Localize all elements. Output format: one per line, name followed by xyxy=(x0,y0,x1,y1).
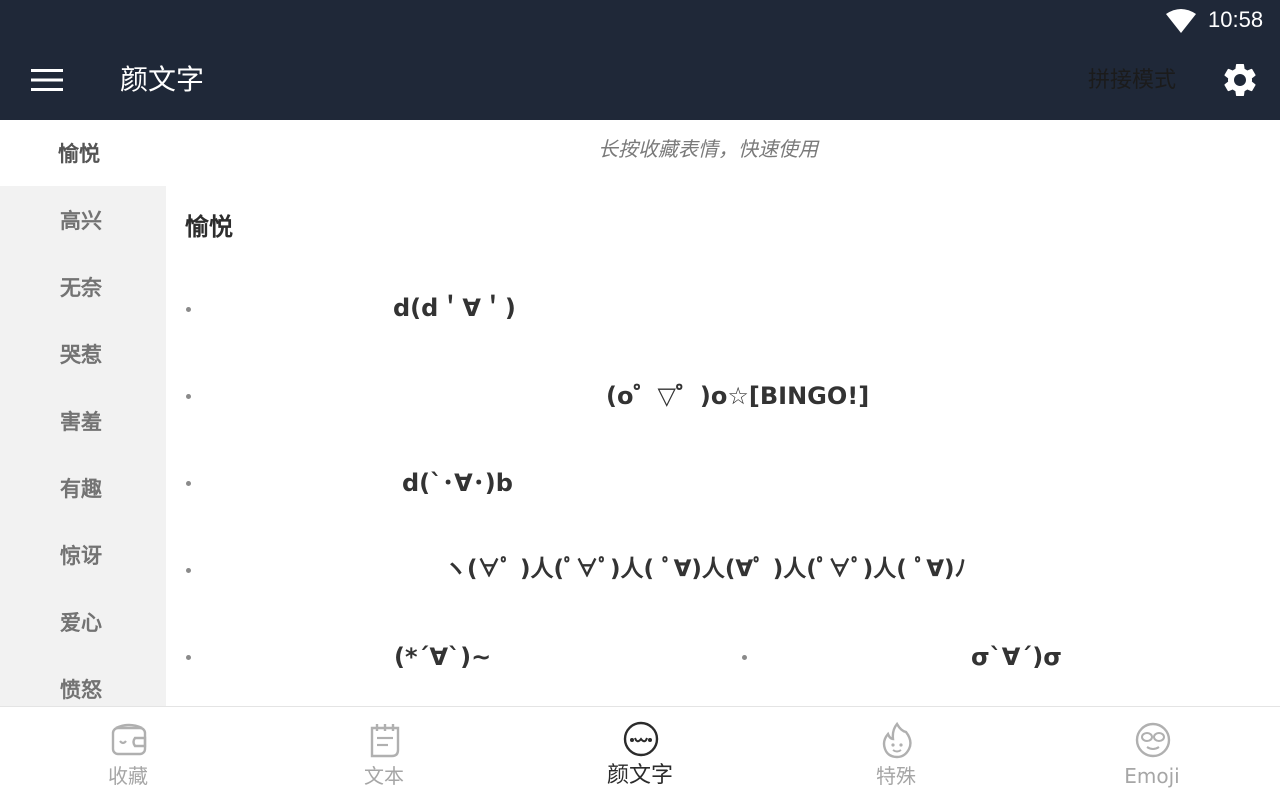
emoji-face-icon xyxy=(1135,722,1171,758)
sidebar-item-label: 惊讶 xyxy=(60,544,102,568)
flame-icon xyxy=(882,721,912,759)
status-bar: 10:58 xyxy=(0,0,1280,40)
section-title: 愉悦 xyxy=(185,213,233,241)
sidebar-item-fennu[interactable]: 愤怒 xyxy=(0,656,166,706)
splice-mode-button[interactable]: 拼接模式 xyxy=(1088,67,1176,95)
tab-favorites[interactable]: 收藏 xyxy=(0,707,256,801)
bullet-dot xyxy=(186,394,191,399)
sidebar-item-label: 害羞 xyxy=(60,410,102,434)
tab-emoji[interactable]: Emoji xyxy=(1024,707,1280,801)
sidebar-item-label: 愤怒 xyxy=(60,678,102,702)
tab-special[interactable]: 特殊 xyxy=(768,707,1024,801)
bullet-dot xyxy=(186,568,191,573)
sidebar-item-jingya[interactable]: 惊讶 xyxy=(0,522,166,588)
wifi-icon xyxy=(1166,9,1196,33)
tab-kaomoji[interactable]: 颜文字 xyxy=(512,707,768,801)
sidebar-item-wunai[interactable]: 无奈 xyxy=(0,254,166,320)
sidebar-item-youqu[interactable]: 有趣 xyxy=(0,455,166,521)
sidebar-item-kure[interactable]: 哭惹 xyxy=(0,321,166,387)
tab-text[interactable]: 文本 xyxy=(256,707,512,801)
gear-icon[interactable] xyxy=(1220,60,1260,100)
wallet-icon xyxy=(111,723,147,756)
category-sidebar: 愉悦 高兴 无奈 哭惹 害羞 有趣 惊讶 爱心 愤怒 xyxy=(0,120,166,706)
status-time: 10:58 xyxy=(1208,7,1264,32)
hamburger-menu-icon[interactable] xyxy=(28,66,66,94)
sidebar-item-label: 高兴 xyxy=(60,209,102,233)
tab-label: 收藏 xyxy=(108,764,148,788)
app-bar: 颜文字 拼接模式 xyxy=(0,40,1280,120)
tab-label: 颜文字 xyxy=(606,763,673,788)
kaomoji-item[interactable]: (*´∀`)~ xyxy=(394,642,491,672)
kaomoji-item[interactable]: d(d＇∀＇) xyxy=(393,293,516,323)
page-title: 颜文字 xyxy=(120,63,205,96)
tab-label: 文本 xyxy=(364,764,404,788)
bullet-dot xyxy=(186,481,191,486)
hint-text: 长按收藏表情，快速使用 xyxy=(598,137,818,161)
kaomoji-list: 长按收藏表情，快速使用 愉悦 d(d＇∀＇) (o゜▽゜)o☆[BINGO!] … xyxy=(166,120,1280,706)
kaomoji-item[interactable]: σ`∀´)σ xyxy=(971,642,1062,672)
bullet-dot xyxy=(742,655,747,660)
sidebar-item-label: 有趣 xyxy=(60,477,102,501)
sidebar-item-label: 爱心 xyxy=(60,611,102,635)
kaomoji-item[interactable]: d(`･∀･)b xyxy=(402,468,513,498)
bottom-navigation: 收藏 文本 颜文字 特殊 Emoji xyxy=(0,706,1280,800)
sidebar-item-label: 哭惹 xyxy=(60,343,102,367)
sidebar-item-haixiu[interactable]: 害羞 xyxy=(0,388,166,454)
tab-label: 特殊 xyxy=(876,764,916,788)
kaomoji-item[interactable]: ヽ(∀ﾟ )人(ﾟ∀ﾟ)人( ﾟ∀)人(∀ﾟ )人(ﾟ∀ﾟ)人( ﾟ∀)ﾉ xyxy=(444,554,966,584)
sidebar-item-label: 无奈 xyxy=(60,276,102,300)
tab-label: Emoji xyxy=(1124,764,1180,788)
bullet-dot xyxy=(186,655,191,660)
notepad-icon xyxy=(370,724,400,758)
sidebar-item-yuyue[interactable]: 愉悦 xyxy=(0,120,166,186)
bullet-dot xyxy=(186,307,191,312)
sidebar-item-label: 愉悦 xyxy=(58,142,100,166)
sidebar-item-gaoxing[interactable]: 高兴 xyxy=(0,187,166,253)
sidebar-item-aixin[interactable]: 爱心 xyxy=(0,589,166,655)
kaomoji-item[interactable]: (o゜▽゜)o☆[BINGO!] xyxy=(606,381,869,411)
kaomoji-face-icon xyxy=(623,721,659,757)
